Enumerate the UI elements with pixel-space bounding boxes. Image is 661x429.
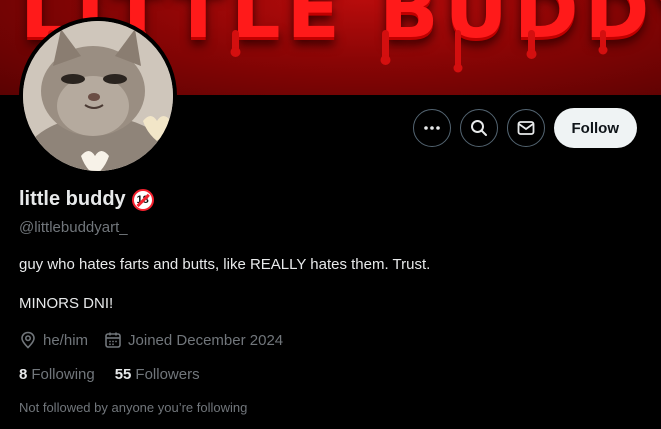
pronouns-item: he/him (19, 331, 88, 349)
bio-line-1: guy who hates farts and butts, like REAL… (19, 256, 431, 273)
search-button[interactable] (459, 109, 498, 147)
bio-line-2: MINORS DNI! (19, 295, 114, 312)
profile-meta: he/him Joined December 2024 (19, 331, 299, 349)
cat-avatar-image (23, 21, 173, 171)
envelope-icon (517, 121, 534, 135)
followed-by-text: Not followed by anyone you’re following (19, 400, 248, 415)
age-badge-label: 18 (136, 193, 149, 206)
joined-item: Joined December 2024 (104, 331, 283, 349)
profile-actions: Follow (412, 108, 637, 148)
more-dots-icon (423, 126, 440, 130)
followers-count: 55 (114, 366, 132, 383)
pronouns-text: he/him (43, 331, 89, 349)
profile-name-row: little buddy 18 (19, 188, 154, 211)
joined-text: Joined December 2024 (128, 331, 284, 349)
follow-counts: 8 Following 55 Followers (19, 366, 220, 383)
followers-link[interactable]: 55 Followers (115, 366, 200, 383)
location-pin-icon (21, 331, 35, 349)
calendar-icon (105, 332, 121, 348)
followers-label: Followers (135, 366, 200, 383)
more-button[interactable] (412, 109, 451, 147)
following-count: 8 (19, 366, 28, 383)
following-label: Following (31, 366, 95, 383)
avatar[interactable] (19, 17, 177, 175)
display-name: little buddy (19, 188, 126, 210)
search-icon (470, 120, 487, 136)
follow-button[interactable]: Follow (553, 108, 637, 148)
user-handle: @littlebuddyart_ (19, 219, 128, 236)
following-link[interactable]: 8 Following (19, 366, 95, 383)
message-button[interactable] (506, 109, 545, 147)
age-restriction-icon: 18 (131, 188, 154, 211)
